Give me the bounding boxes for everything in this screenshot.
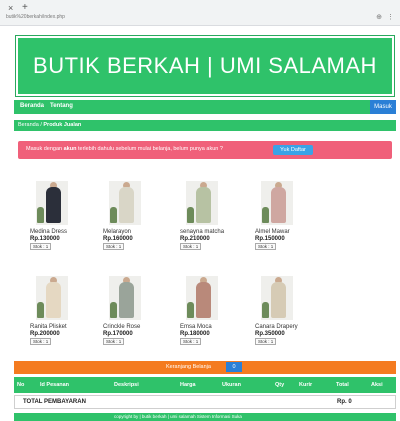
product-price: Rp.130000 <box>30 236 60 242</box>
breadcrumb: Beranda / Produk Jualan <box>14 120 396 131</box>
product-name[interactable]: Medina Dress <box>30 229 67 235</box>
footer: copyright by | butik berkah | umi salama… <box>14 413 396 421</box>
col-aksi: Aksi <box>371 382 383 388</box>
product-name[interactable]: Crinckle Rose <box>103 324 140 330</box>
cart-bar: Keranjang Belanja 0 <box>14 361 396 374</box>
alert-text-bold: akun <box>63 146 77 152</box>
product-price: Rp.210000 <box>180 236 210 242</box>
product-image[interactable] <box>186 181 218 225</box>
site-title: BUTIK BERKAH | UMI SALAMAH <box>33 53 377 78</box>
product-stock: Stok : 1 <box>103 338 125 345</box>
product-card[interactable]: Canara Drapery Rp.350000 Stok : 1 <box>255 276 325 366</box>
product-price: Rp.180000 <box>180 331 210 337</box>
login-alert: Masuk dengan akun terlebih dahulu sebelu… <box>18 141 392 159</box>
cart-table-header: No Id Pesanan Deskripsi Harga Ukuran Qty… <box>14 377 396 393</box>
product-image[interactable] <box>109 276 141 320</box>
product-image[interactable] <box>186 276 218 320</box>
product-stock: Stok : 1 <box>180 338 202 345</box>
plant-decoration <box>187 207 194 223</box>
product-image[interactable] <box>36 276 68 320</box>
alert-text-suffix: terlebih dahulu sebelum mulai belanja, b… <box>76 146 223 152</box>
product-card[interactable]: Crinckle Rose Rp.170000 Stok : 1 <box>103 276 173 366</box>
product-price: Rp.350000 <box>255 331 285 337</box>
product-card[interactable]: senayna matcha Rp.210000 Stok : 1 <box>180 181 250 271</box>
product-image[interactable] <box>261 276 293 320</box>
new-tab-icon[interactable]: + <box>22 2 28 13</box>
header-banner: BUTIK BERKAH | UMI SALAMAH <box>15 35 395 97</box>
product-stock: Stok : 1 <box>255 338 277 345</box>
nav-item-beranda[interactable]: Beranda <box>20 103 44 109</box>
product-image[interactable] <box>109 181 141 225</box>
product-stock: Stok : 1 <box>30 338 52 345</box>
product-card[interactable]: Almel Mawar Rp.150000 Stok : 1 <box>255 181 325 271</box>
register-button[interactable]: Yuk Daftar <box>273 145 313 155</box>
footer-text: copyright by | butik berkah | umi salama… <box>114 414 242 419</box>
col-ukuran: Ukuran <box>222 382 241 388</box>
total-value: Rp. 0 <box>337 399 352 405</box>
cart-count-badge[interactable]: 0 <box>226 362 242 372</box>
product-stock: Stok : 1 <box>30 243 52 250</box>
col-qty: Qty <box>275 382 285 388</box>
col-total: Total <box>336 382 349 388</box>
col-id-pesanan: Id Pesanan <box>40 382 70 388</box>
product-stock: Stok : 1 <box>103 243 125 250</box>
plant-decoration <box>187 302 194 318</box>
product-name[interactable]: Canara Drapery <box>255 324 298 330</box>
product-name[interactable]: Melarayon <box>103 229 131 235</box>
product-price: Rp.200000 <box>30 331 60 337</box>
navbar: Beranda Tentang Masuk <box>14 100 396 114</box>
dress-shape <box>119 187 134 223</box>
product-price: Rp.160000 <box>103 236 133 242</box>
product-name[interactable]: Ranita Plisket <box>30 324 67 330</box>
dress-shape <box>46 187 61 223</box>
plant-decoration <box>262 207 269 223</box>
plant-decoration <box>37 302 44 318</box>
breadcrumb-current: Produk Jualan <box>43 122 82 128</box>
address-bar[interactable]: butik%20berkah/index.php <box>6 14 65 20</box>
plant-decoration <box>110 207 117 223</box>
product-card[interactable]: Melarayon Rp.160000 Stok : 1 <box>103 181 173 271</box>
plant-decoration <box>110 302 117 318</box>
cart-label: Keranjang Belanja <box>166 364 211 370</box>
dress-shape <box>271 282 286 318</box>
menu-icon[interactable]: ⋮ <box>387 13 394 21</box>
col-harga: Harga <box>180 382 196 388</box>
col-no: No <box>17 382 25 388</box>
product-card[interactable]: Emsa Moca Rp.180000 Stok : 1 <box>180 276 250 366</box>
dress-shape <box>119 282 134 318</box>
product-card[interactable]: Ranita Plisket Rp.200000 Stok : 1 <box>30 276 100 366</box>
product-image[interactable] <box>36 181 68 225</box>
close-tab-icon[interactable]: × <box>8 3 13 13</box>
product-name[interactable]: Almel Mawar <box>255 229 290 235</box>
product-stock: Stok : 1 <box>180 243 202 250</box>
translate-icon[interactable]: ⊕ <box>376 13 382 21</box>
alert-text-prefix: Masuk dengan <box>26 146 64 152</box>
col-deskripsi: Deskripsi <box>114 382 139 388</box>
dress-shape <box>196 187 211 223</box>
dress-shape <box>271 187 286 223</box>
login-button[interactable]: Masuk <box>370 100 396 114</box>
product-card[interactable]: Medina Dress Rp.130000 Stok : 1 <box>30 181 100 271</box>
page: BUTIK BERKAH | UMI SALAMAH Beranda Tenta… <box>14 34 396 421</box>
product-name[interactable]: Emsa Moca <box>180 324 212 330</box>
product-stock: Stok : 1 <box>255 243 277 250</box>
nav-item-tentang[interactable]: Tentang <box>50 103 73 109</box>
dress-shape <box>46 282 61 318</box>
product-price: Rp.170000 <box>103 331 133 337</box>
total-row: TOTAL PEMBAYARAN Rp. 0 <box>14 395 396 409</box>
total-label: TOTAL PEMBAYARAN <box>23 399 86 405</box>
product-image[interactable] <box>261 181 293 225</box>
browser-toolbar: × + butik%20berkah/index.php ⊕ ⋮ <box>0 0 400 26</box>
product-name[interactable]: senayna matcha <box>180 229 224 235</box>
breadcrumb-home[interactable]: Beranda <box>18 122 39 128</box>
dress-shape <box>196 282 211 318</box>
product-price: Rp.150000 <box>255 236 285 242</box>
plant-decoration <box>262 302 269 318</box>
col-kurir: Kurir <box>299 382 313 388</box>
plant-decoration <box>37 207 44 223</box>
